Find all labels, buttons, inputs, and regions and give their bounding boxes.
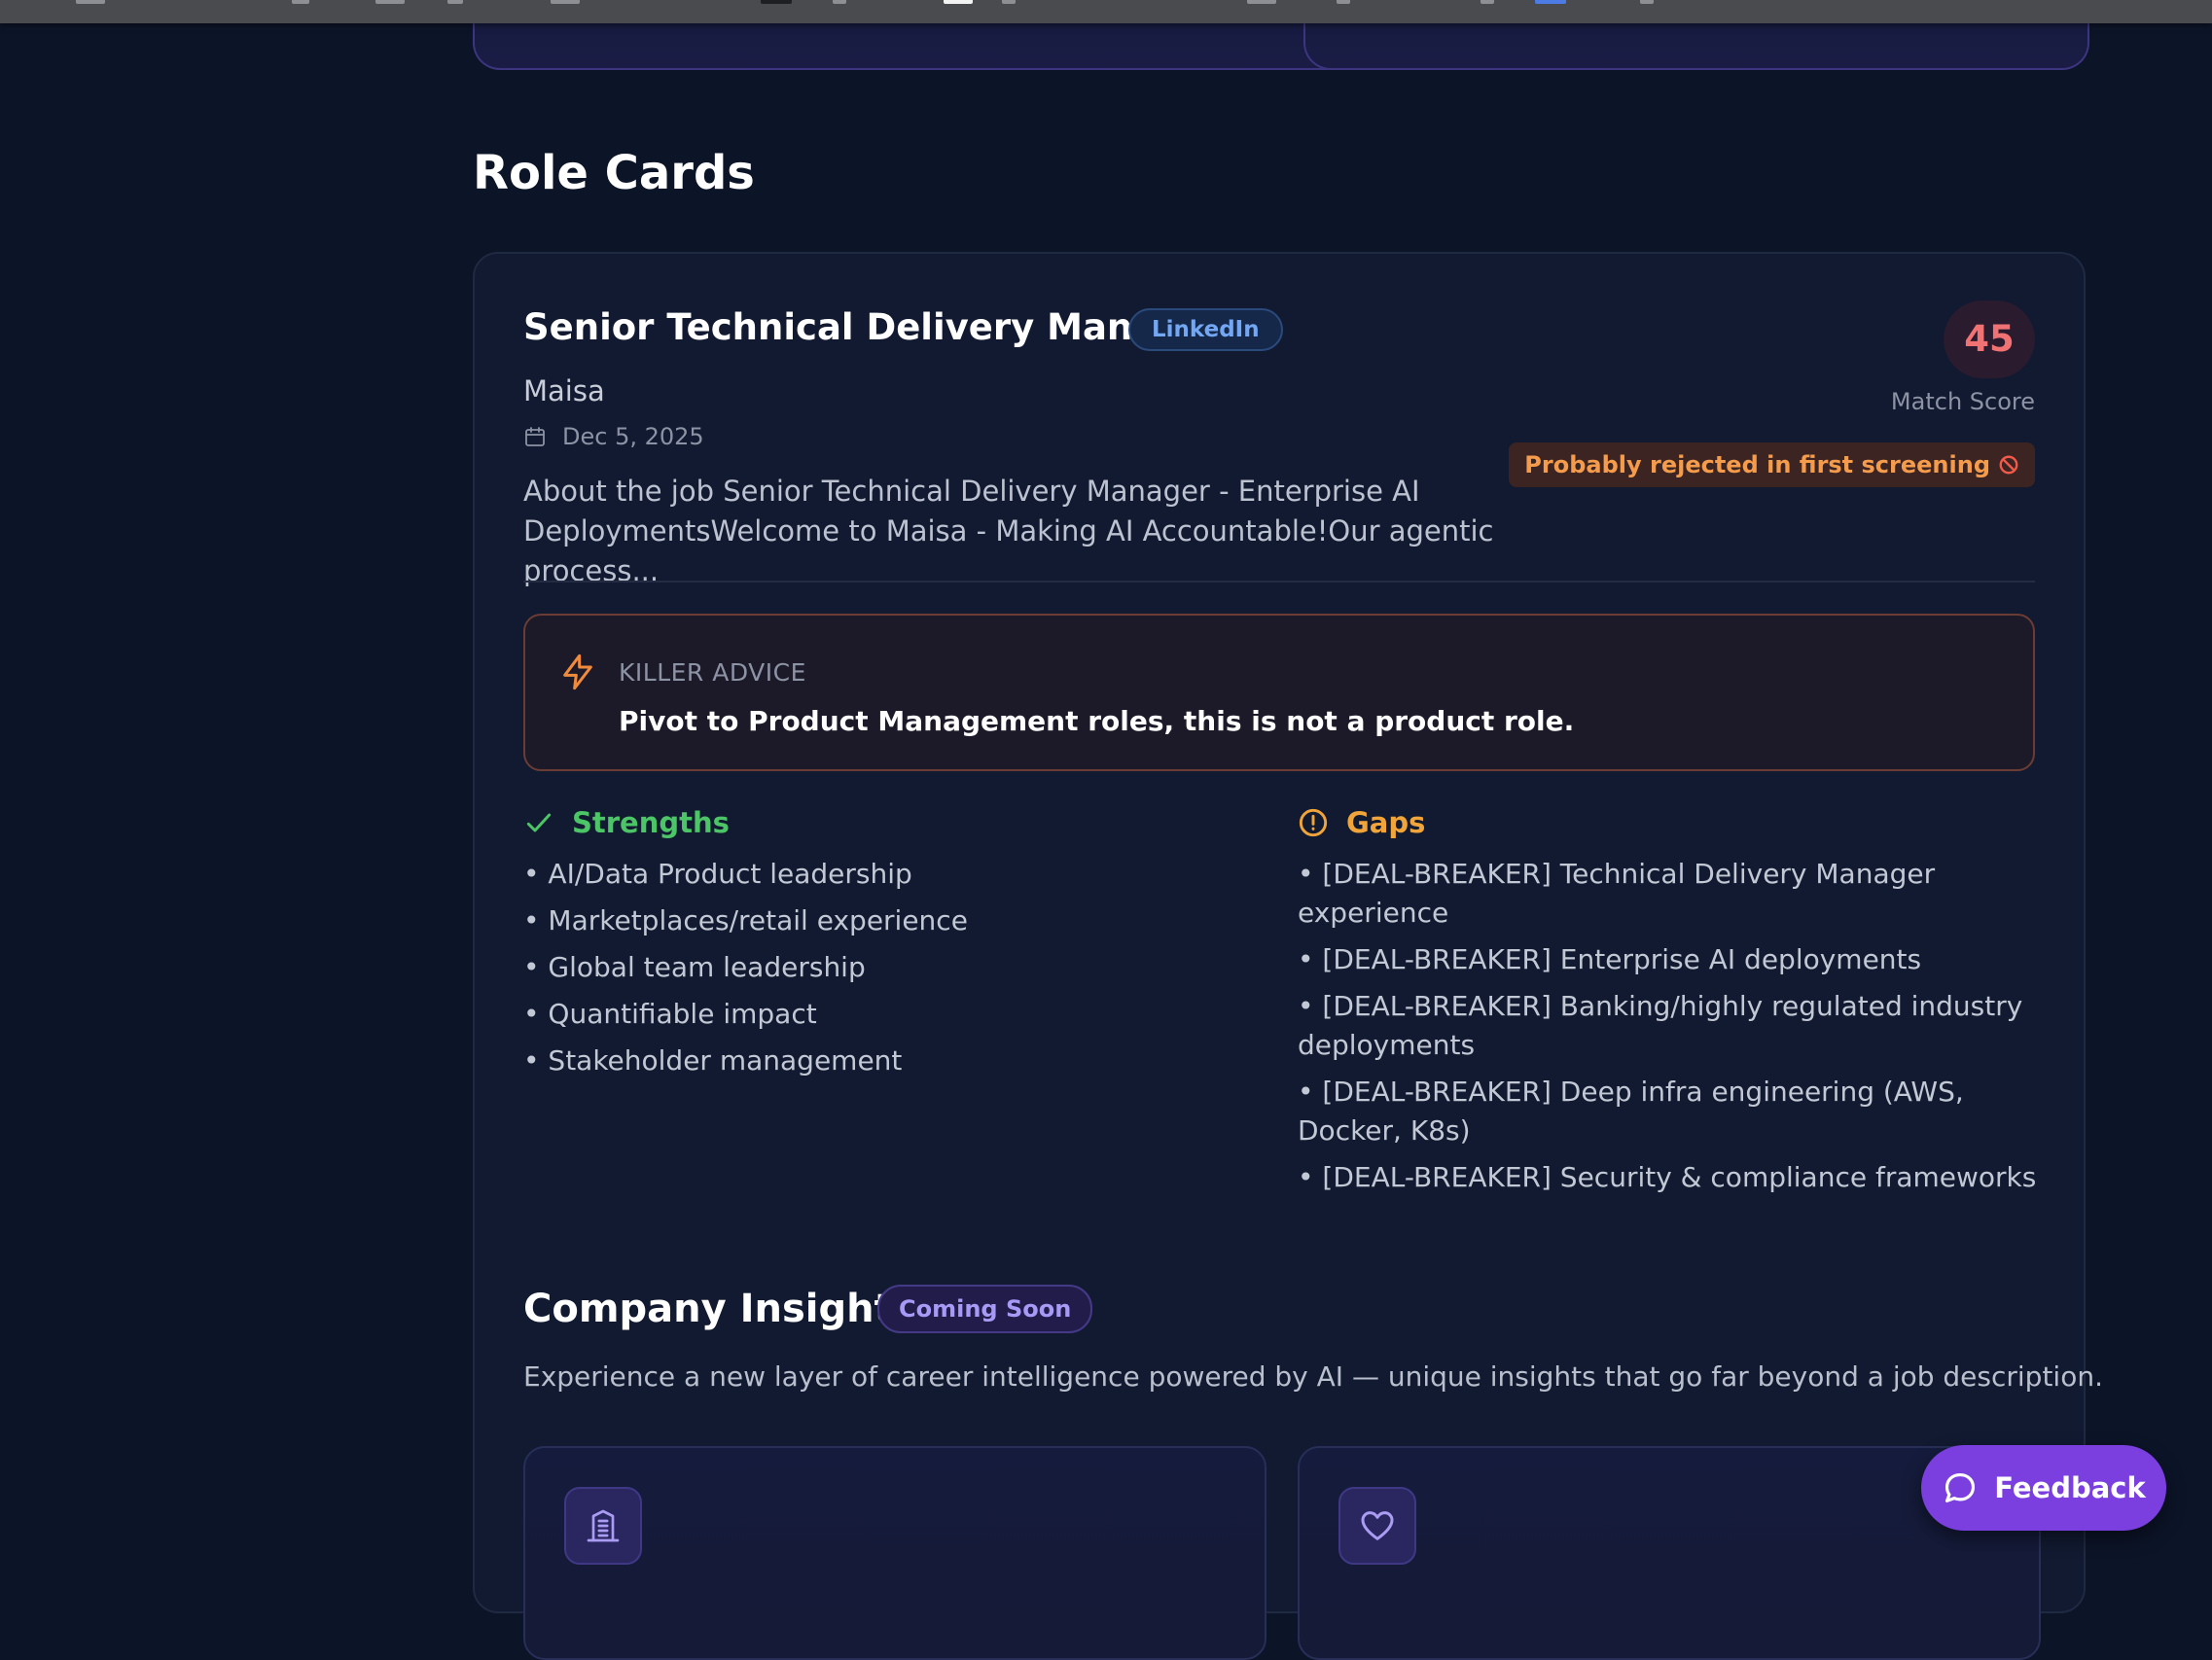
alert-circle-icon	[1299, 808, 1328, 837]
bookmark-item[interactable]	[944, 0, 973, 4]
gaps-list: • [DEAL-BREAKER] Technical Delivery Mana…	[1298, 855, 2047, 1205]
divider	[523, 581, 2035, 583]
strength-item: • Global team leadership	[523, 951, 866, 983]
bookmark-item[interactable]	[1247, 0, 1276, 4]
gap-item: • [DEAL-BREAKER] Enterprise AI deploymen…	[1298, 943, 1922, 975]
strength-item: • Stakeholder management	[523, 1044, 903, 1077]
bookmark-item[interactable]	[1535, 0, 1566, 4]
bookmark-item[interactable]	[1640, 0, 1654, 4]
posted-date: Dec 5, 2025	[523, 423, 704, 450]
company-insights-subtitle: Experience a new layer of career intelli…	[523, 1360, 2103, 1393]
bookmark-item[interactable]	[761, 0, 792, 4]
bookmark-item[interactable]	[833, 0, 846, 4]
gaps-label: Gaps	[1346, 806, 1426, 839]
feedback-button[interactable]: Feedback	[1921, 1445, 2166, 1531]
strength-item: • Quantifiable impact	[523, 998, 817, 1030]
bookmark-item[interactable]	[447, 0, 463, 4]
gap-item: • [DEAL-BREAKER] Security & compliance f…	[1298, 1161, 2037, 1193]
bookmark-item[interactable]	[1481, 0, 1494, 4]
strength-item: • Marketplaces/retail experience	[523, 904, 968, 936]
company-insights-title: Company Insights	[523, 1287, 916, 1331]
heart-icon	[1361, 1511, 1394, 1540]
prohibited-icon	[1999, 455, 2018, 475]
verdict-text: Probably rejected in first screening	[1524, 451, 1990, 478]
match-score-label: Match Score	[1890, 388, 2035, 415]
browser-bookmarks-bar	[0, 0, 2212, 23]
building-icon	[587, 1509, 620, 1542]
calendar-icon	[525, 427, 545, 446]
job-description: About the job Senior Technical Delivery …	[523, 475, 1494, 587]
role-card: Senior Technical Delivery Manager Linked…	[473, 252, 2103, 1660]
company-name: Maisa	[523, 374, 605, 407]
bookmark-item[interactable]	[292, 0, 309, 4]
gaps-header: Gaps	[1298, 806, 1425, 839]
lightning-bolt-icon	[563, 653, 592, 690]
date-text: Dec 5, 2025	[562, 423, 704, 450]
source-badge: LinkedIn	[1128, 308, 1283, 351]
feedback-label: Feedback	[1994, 1471, 2146, 1504]
insight-icon-box	[1338, 1487, 1416, 1565]
role-title[interactable]: Senior Technical Delivery Manager	[523, 306, 1225, 348]
coming-soon-badge: Coming Soon	[877, 1285, 1093, 1333]
bookmark-item[interactable]	[76, 0, 105, 4]
chat-bubble-icon	[1945, 1472, 1976, 1503]
bookmark-item[interactable]	[551, 0, 580, 4]
bookmark-item[interactable]	[1337, 0, 1350, 4]
strengths-header: Strengths	[523, 806, 730, 839]
gap-item: • [DEAL-BREAKER] Technical Delivery Mana…	[1298, 858, 1936, 929]
strengths-label: Strengths	[572, 806, 730, 839]
advice-label: KILLER ADVICE	[619, 658, 806, 687]
insight-card-company[interactable]	[523, 1446, 1267, 1660]
section-title: Role Cards	[473, 146, 755, 200]
strength-item: • AI/Data Product leadership	[523, 858, 912, 890]
gap-item: • [DEAL-BREAKER] Banking/highly regulate…	[1298, 990, 2023, 1061]
match-score: 45	[1944, 300, 2035, 378]
bookmark-item[interactable]	[375, 0, 405, 4]
killer-advice-box: KILLER ADVICE Pivot to Product Managemen…	[523, 614, 2035, 771]
gap-item: • [DEAL-BREAKER] Deep infra engineering …	[1298, 1076, 1964, 1147]
bookmark-item[interactable]	[1002, 0, 1016, 4]
strengths-list: • AI/Data Product leadership • Marketpla…	[523, 855, 1224, 1088]
check-icon	[526, 813, 552, 832]
screening-verdict-badge: Probably rejected in first screening	[1509, 442, 2035, 487]
insight-icon-box	[564, 1487, 642, 1565]
advice-text: Pivot to Product Management roles, this …	[619, 705, 1575, 737]
